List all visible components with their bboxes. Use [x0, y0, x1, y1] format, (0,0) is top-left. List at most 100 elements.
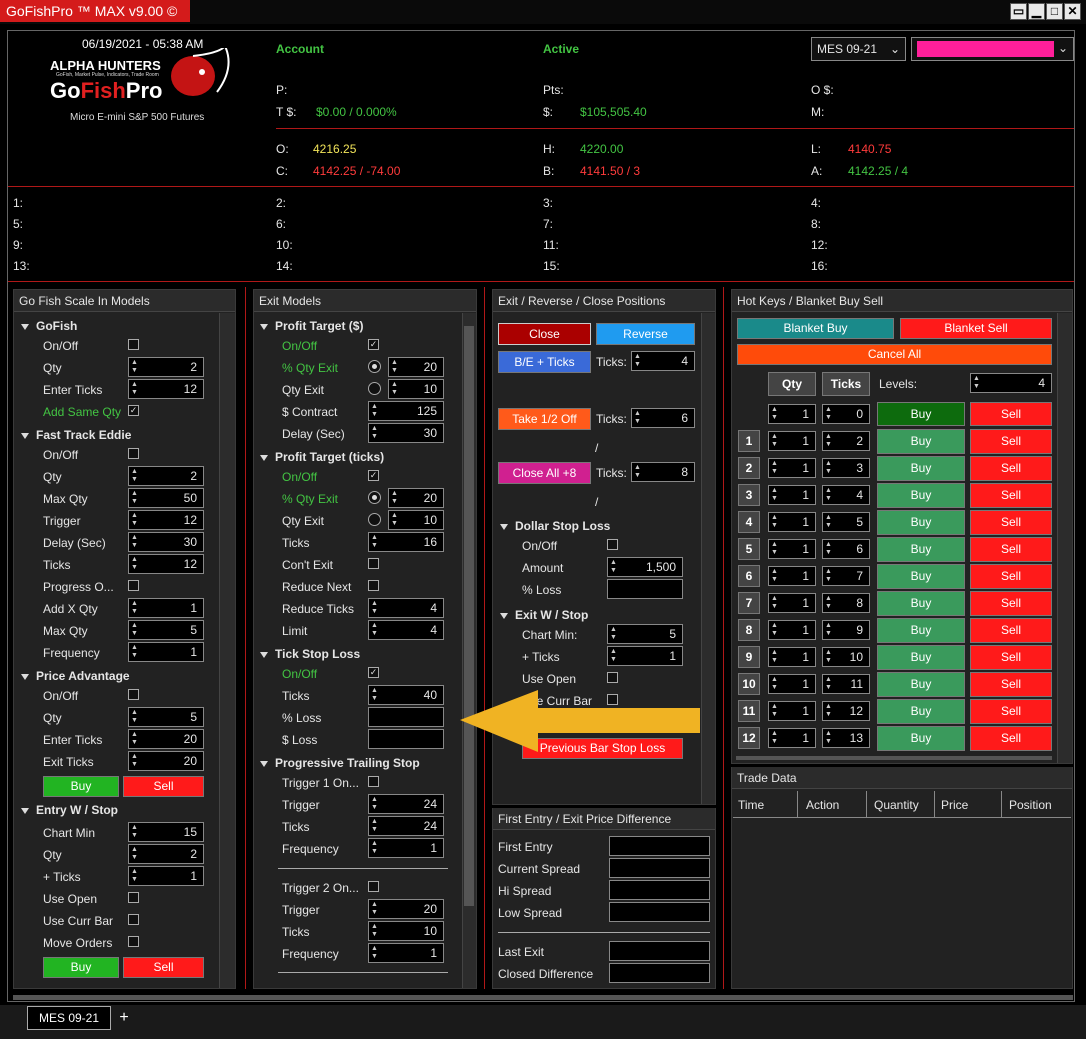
pts-ticks2-stepper[interactable]: ▲ ▼ 10 [368, 921, 444, 941]
trigger2-checkbox[interactable] [368, 881, 379, 892]
level-qty-stepper[interactable]: ▲ ▼ 1 [768, 485, 816, 505]
ptt-onoff-checkbox[interactable]: ✓ [368, 470, 379, 481]
fte-delay-stepper[interactable]: ▲ ▼ 30 [128, 532, 204, 552]
level-ticks-stepper[interactable]: ▲ ▼ 5 [822, 512, 870, 532]
pt-delay-stepper[interactable]: ▲ ▼ 30 [368, 423, 444, 443]
level-buy-button[interactable]: Buy [877, 429, 965, 454]
level-ticks-stepper[interactable]: ▲ ▼ 10 [822, 647, 870, 667]
level-buy-button[interactable]: Buy [877, 537, 965, 562]
exit-use-open-checkbox[interactable] [607, 672, 618, 683]
scrollbar[interactable] [1057, 313, 1072, 763]
level-sell-button[interactable]: Sell [970, 591, 1052, 616]
take-half-button[interactable]: Take 1/2 Off [498, 408, 591, 430]
level-sell-button[interactable]: Sell [970, 564, 1052, 589]
ews-buy-button[interactable]: Buy [43, 957, 119, 978]
level-qty-stepper[interactable]: ▲ ▼ 1 [768, 674, 816, 694]
ptt-reduce-stepper[interactable]: ▲ ▼ 4 [368, 598, 444, 618]
fte-maxqty2-stepper[interactable]: ▲ ▼ 5 [128, 620, 204, 640]
progressive-trailing-section[interactable]: Progressive Trailing Stop [260, 756, 420, 770]
reverse-button[interactable]: Reverse [596, 323, 695, 345]
add-same-qty-checkbox[interactable]: ✓ [128, 405, 139, 416]
level-sell-button[interactable]: Sell [970, 483, 1052, 508]
gofish-enter-stepper[interactable]: ▲ ▼ 12 [128, 379, 204, 399]
level-qty-stepper[interactable]: ▲ ▼ 1 [768, 647, 816, 667]
account-select[interactable]: ⌄ [911, 37, 1074, 61]
top-buy-button[interactable]: Buy [877, 402, 965, 426]
pa-sell-button[interactable]: Sell [123, 776, 204, 797]
reduce-next-checkbox[interactable] [368, 580, 379, 591]
be-ticks-stepper[interactable]: ▲ ▼ 4 [631, 351, 695, 371]
level-qty-stepper[interactable]: ▲ ▼ 1 [768, 566, 816, 586]
level-ticks-stepper[interactable]: ▲ ▼ 9 [822, 620, 870, 640]
level-sell-button[interactable]: Sell [970, 456, 1052, 481]
level-ticks-stepper[interactable]: ▲ ▼ 11 [822, 674, 870, 694]
ews-chartmin-stepper[interactable]: ▲ ▼ 15 [128, 822, 204, 842]
ews-sell-button[interactable]: Sell [123, 957, 204, 978]
minimize-icon[interactable]: ▁ [1028, 3, 1045, 20]
level-buy-button[interactable]: Buy [877, 591, 965, 616]
close-all-button[interactable]: Close All +8 [498, 462, 591, 484]
pts-freq2-stepper[interactable]: ▲ ▼ 1 [368, 943, 444, 963]
levels-stepper[interactable]: ▲ ▼ 4 [970, 373, 1052, 393]
close-icon[interactable]: ✕ [1064, 3, 1081, 20]
level-sell-button[interactable]: Sell [970, 510, 1052, 535]
level-qty-stepper[interactable]: ▲ ▼ 1 [768, 512, 816, 532]
ptt-pqe-radio[interactable] [368, 491, 381, 504]
blanket-buy-button[interactable]: Blanket Buy [737, 318, 894, 339]
level-sell-button[interactable]: Sell [970, 645, 1052, 670]
tsl-dollar-loss-input[interactable] [368, 729, 444, 749]
fte-freq-stepper[interactable]: ▲ ▼ 1 [128, 642, 204, 662]
dollar-stop-loss-section[interactable]: Dollar Stop Loss [500, 519, 610, 533]
level-ticks-stepper[interactable]: ▲ ▼ 3 [822, 458, 870, 478]
level-sell-button[interactable]: Sell [970, 726, 1052, 751]
ptt-ticks-stepper[interactable]: ▲ ▼ 16 [368, 532, 444, 552]
level-sell-button[interactable]: Sell [970, 618, 1052, 643]
move-orders-checkbox[interactable] [128, 936, 139, 947]
ews-plus-stepper[interactable]: ▲ ▼ 1 [128, 866, 204, 886]
pts-ticks-stepper[interactable]: ▲ ▼ 24 [368, 816, 444, 836]
top-sell-button[interactable]: Sell [970, 402, 1052, 426]
level-qty-stepper[interactable]: ▲ ▼ 1 [768, 620, 816, 640]
tick-stop-loss-section[interactable]: Tick Stop Loss [260, 647, 360, 661]
pt-qe-stepper[interactable]: ▲ ▼ 10 [388, 379, 444, 399]
level-qty-stepper[interactable]: ▲ ▼ 1 [768, 431, 816, 451]
cancel-all-button[interactable]: Cancel All [737, 344, 1052, 365]
tsl-pct-loss-input[interactable] [368, 707, 444, 727]
level-sell-button[interactable]: Sell [970, 672, 1052, 697]
gofish-qty-stepper[interactable]: ▲ ▼ 2 [128, 357, 204, 377]
tsl-onoff-checkbox[interactable]: ✓ [368, 667, 379, 678]
level-buy-button[interactable]: Buy [877, 483, 965, 508]
level-buy-button[interactable]: Buy [877, 618, 965, 643]
level-ticks-stepper[interactable]: ▲ ▼ 8 [822, 593, 870, 613]
level-ticks-stepper[interactable]: ▲ ▼ 2 [822, 431, 870, 451]
exit-stop-section[interactable]: Exit W / Stop [500, 608, 588, 622]
level-qty-stepper[interactable]: ▲ ▼ 1 [768, 539, 816, 559]
level-qty-stepper[interactable]: ▲ ▼ 1 [768, 593, 816, 613]
close-button[interactable]: Close [498, 323, 591, 345]
pa-buy-button[interactable]: Buy [43, 776, 119, 797]
profit-target-section[interactable]: Profit Target ($) [260, 319, 363, 333]
gofish-onoff-checkbox[interactable] [128, 339, 139, 350]
fte-qty-stepper[interactable]: ▲ ▼ 2 [128, 466, 204, 486]
pa-qty-stepper[interactable]: ▲ ▼ 5 [128, 707, 204, 727]
level-buy-button[interactable]: Buy [877, 510, 965, 535]
level-buy-button[interactable]: Buy [877, 645, 965, 670]
exit-chartmin-stepper[interactable]: ▲ ▼ 5 [607, 624, 683, 644]
entry-stop-section[interactable]: Entry W / Stop [21, 803, 118, 817]
level-ticks-stepper[interactable]: ▲ ▼ 4 [822, 485, 870, 505]
ews-qty-stepper[interactable]: ▲ ▼ 2 [128, 844, 204, 864]
cont-exit-checkbox[interactable] [368, 558, 379, 569]
pts-trigger2-stepper[interactable]: ▲ ▼ 20 [368, 899, 444, 919]
level-ticks-stepper[interactable]: ▲ ▼ 6 [822, 539, 870, 559]
level-buy-button[interactable]: Buy [877, 699, 965, 724]
level-ticks-stepper[interactable]: ▲ ▼ 7 [822, 566, 870, 586]
use-curr-bar-checkbox[interactable] [128, 914, 139, 925]
level-buy-button[interactable]: Buy [877, 456, 965, 481]
pa-onoff-checkbox[interactable] [128, 689, 139, 700]
top-ticks-stepper[interactable]: ▲ ▼ 0 [822, 404, 870, 424]
fte-addx-stepper[interactable]: ▲ ▼ 1 [128, 598, 204, 618]
tab-mes[interactable]: MES 09-21 [27, 1006, 111, 1030]
top-qty-stepper[interactable]: ▲ ▼ 1 [768, 404, 816, 424]
level-ticks-stepper[interactable]: ▲ ▼ 13 [822, 728, 870, 748]
fte-section[interactable]: Fast Track Eddie [21, 428, 131, 442]
